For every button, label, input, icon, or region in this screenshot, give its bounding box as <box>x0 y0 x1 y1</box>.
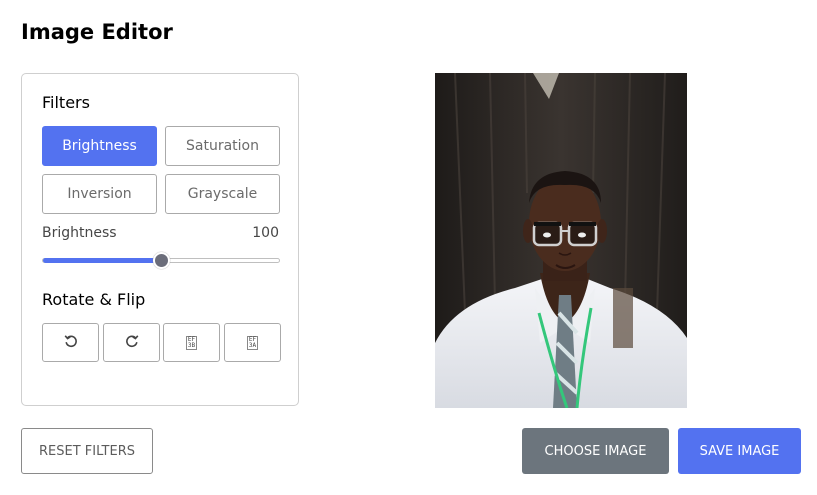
slider-value: 100 <box>252 225 279 241</box>
image-editor-page: Image Editor Filters Brightness Saturati… <box>0 0 817 495</box>
slider-thumb[interactable] <box>153 252 170 269</box>
image-preview <box>435 73 687 408</box>
rotate-flip-heading: Rotate & Flip <box>42 290 146 309</box>
slider-label: Brightness <box>42 225 117 241</box>
slider-fill <box>43 258 161 263</box>
filter-brightness-button[interactable]: Brightness <box>42 126 157 166</box>
choose-image-button[interactable]: CHOOSE IMAGE <box>522 428 669 474</box>
filters-heading: Filters <box>42 93 90 112</box>
brightness-slider[interactable] <box>42 252 280 269</box>
rotate-left-icon <box>64 333 78 352</box>
flip-horizontal-button[interactable]: EF 3B <box>163 323 220 362</box>
reset-filters-button[interactable]: RESET FILTERS <box>21 428 153 474</box>
controls-panel: Filters Brightness Saturation Inversion … <box>21 73 299 406</box>
save-image-button[interactable]: SAVE IMAGE <box>678 428 801 474</box>
rotate-left-button[interactable] <box>42 323 99 362</box>
flip-horizontal-icon: EF 3B <box>185 335 198 350</box>
page-title: Image Editor <box>21 20 173 44</box>
filter-grayscale-button[interactable]: Grayscale <box>165 174 280 214</box>
rotate-right-button[interactable] <box>103 323 160 362</box>
preview-photo <box>435 73 687 408</box>
filter-saturation-button[interactable]: Saturation <box>165 126 280 166</box>
flip-vertical-icon: EF 3A <box>246 335 259 350</box>
flip-vertical-button[interactable]: EF 3A <box>224 323 281 362</box>
rotate-right-icon <box>125 333 139 352</box>
filter-inversion-button[interactable]: Inversion <box>42 174 157 214</box>
